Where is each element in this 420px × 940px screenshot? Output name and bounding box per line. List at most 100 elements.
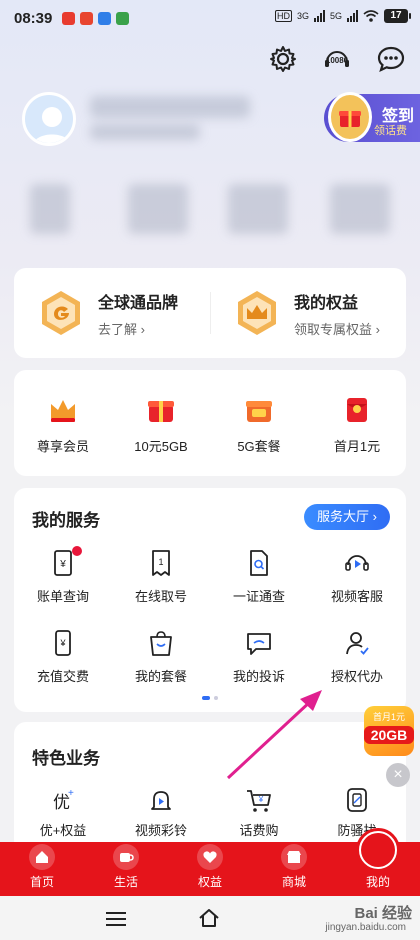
5g-gift-icon — [246, 401, 272, 422]
user-silhouette-icon — [33, 107, 71, 143]
feature-item-credit-shop[interactable]: ¥ 话费购 — [210, 786, 308, 839]
service-item-complaint[interactable]: 我的投诉 — [210, 628, 308, 692]
app-notification-icon — [80, 11, 94, 25]
service-label: 授权代办 — [330, 669, 383, 684]
service-item-video-support[interactable]: 视频客服 — [308, 548, 406, 612]
shield-phone-icon — [347, 788, 367, 812]
global-brand-icon — [42, 291, 80, 335]
service-label: 账单查询 — [36, 589, 89, 604]
rights-plus-icon: 优+ — [53, 788, 74, 812]
gift-icon — [328, 92, 372, 142]
hd-indicator: HD — [274, 10, 292, 22]
service-label: 我的套餐 — [134, 669, 187, 684]
avatar[interactable] — [22, 92, 76, 146]
crown-hex-icon — [238, 291, 276, 335]
sign-in-button[interactable]: 签到 领话费 — [324, 92, 420, 142]
close-icon[interactable]: × — [386, 763, 410, 787]
feature-item-video-ringtone[interactable]: 视频彩铃 — [112, 786, 210, 839]
network-3g-label: 3G — [296, 11, 309, 21]
sign-in-subtitle: 领话费 — [374, 125, 407, 137]
service-label: 充值交费 — [36, 669, 89, 684]
stat-blurred-1 — [30, 184, 70, 234]
wifi-icon — [363, 10, 379, 22]
floating-promo-title: 首月1元 — [372, 712, 405, 722]
account-info-blurred — [90, 124, 200, 140]
section-title: 我的服务 — [32, 511, 100, 530]
section-title: 特色业务 — [32, 749, 100, 768]
svg-text:+: + — [68, 788, 74, 799]
promo-item[interactable]: 10元5GB — [112, 370, 210, 476]
service-label: 我的投诉 — [232, 669, 285, 684]
bottom-tab-bar: 首页 生活 权益 商城 我的 — [0, 828, 420, 896]
global-brand-entry[interactable]: 全球通品牌 去了解 › — [36, 288, 178, 338]
tab-label: 生活 — [113, 875, 138, 889]
global-brand-link: 去了解 › — [98, 321, 145, 337]
home-nav-icon[interactable] — [198, 908, 220, 928]
feature-label: 视频彩铃 — [134, 823, 187, 838]
app-notification-icon — [116, 11, 130, 25]
menu-icon[interactable] — [106, 912, 126, 930]
notification-dot — [72, 546, 82, 556]
featured-services-card: 特色业务 优 + 优+权益 视频彩铃 ¥ 话费购 防骚扰 — [14, 722, 406, 852]
service-item-recharge[interactable]: ¥ 充值交费 — [14, 628, 112, 692]
service-item-queue[interactable]: 1 在线取号 — [112, 548, 210, 612]
featured-grid: 优 + 优+权益 视频彩铃 ¥ 话费购 防骚扰 — [14, 786, 406, 839]
promo-item[interactable]: 首月1元 — [308, 370, 406, 476]
hotline-button[interactable]: 10086 — [322, 44, 352, 74]
hotline-number: 10086 — [326, 56, 349, 65]
messages-button[interactable] — [376, 44, 406, 74]
service-label: 一证通查 — [232, 589, 285, 604]
tab-mine[interactable]: 我的 — [336, 828, 420, 896]
stat-blurred-3 — [228, 184, 288, 234]
signal-icon — [313, 10, 325, 22]
tab-rights[interactable]: 权益 — [168, 842, 252, 896]
phone-yuan-icon: ¥ — [55, 630, 71, 656]
brand-card: 全球通品牌 去了解 › 我的权益 领取专属权益 › — [14, 268, 406, 358]
svg-text:¥: ¥ — [258, 795, 264, 804]
promo-label: 5G套餐 — [237, 439, 281, 454]
promo-label: 尊享会员 — [36, 439, 89, 454]
service-grid: ¥ 账单查询 1 在线取号 一证通查 视频客服 ¥ 充值交费 我的套餐 我的投诉 — [14, 546, 406, 692]
my-rights-link: 领取专属权益 › — [294, 321, 380, 337]
profile-icon — [356, 828, 400, 872]
feature-item-rights-plus[interactable]: 优 + 优+权益 — [14, 786, 112, 839]
home-icon — [29, 844, 55, 870]
doc-search-icon — [250, 550, 268, 576]
my-rights-title: 我的权益 — [294, 294, 359, 312]
tab-label: 商城 — [281, 875, 306, 889]
tab-life[interactable]: 生活 — [84, 842, 168, 896]
service-label: 在线取号 — [134, 589, 187, 604]
svg-text:¥: ¥ — [59, 559, 66, 570]
settings-button[interactable] — [268, 44, 298, 74]
bag-icon — [150, 631, 172, 656]
promo-item[interactable]: 5G套餐 — [210, 370, 308, 476]
global-brand-title: 全球通品牌 — [98, 294, 179, 312]
promo-card: 尊享会员 10元5GB 5G套餐 首月1元 — [14, 370, 406, 476]
watermark-url: jingyan.baidu.com — [325, 922, 406, 933]
promo-item[interactable]: 尊享会员 — [14, 370, 112, 476]
cup-icon — [113, 844, 139, 870]
red-gift-icon — [148, 401, 174, 422]
cart-icon: ¥ — [247, 790, 271, 812]
account-name-blurred — [90, 96, 250, 118]
service-item-my-plan[interactable]: 我的套餐 — [112, 628, 210, 692]
divider — [210, 292, 211, 334]
my-rights-entry[interactable]: 我的权益 领取专属权益 › — [232, 288, 380, 338]
tab-mall[interactable]: 商城 — [252, 842, 336, 896]
service-item-authorize[interactable]: 授权代办 — [308, 628, 406, 692]
watermark-logo: Bai 经验 — [354, 905, 412, 922]
clock: 08:39 — [14, 9, 53, 27]
svg-text:1: 1 — [158, 557, 163, 567]
red-envelope-icon — [347, 398, 367, 422]
app-notification-icon — [62, 11, 76, 25]
service-item-id-check[interactable]: 一证通查 — [210, 548, 308, 612]
tab-home[interactable]: 首页 — [0, 842, 84, 896]
promo-label: 10元5GB — [134, 439, 188, 454]
page-indicator — [202, 696, 218, 700]
floating-promo[interactable]: 首月1元 20GB — [364, 706, 414, 756]
tab-label: 权益 — [197, 875, 222, 889]
service-hall-button[interactable]: 服务大厅 › — [304, 504, 390, 530]
service-item-bill[interactable]: ¥ 账单查询 — [14, 546, 112, 612]
shop-icon — [281, 844, 307, 870]
feature-item-anti-harass[interactable]: 防骚扰 — [308, 786, 406, 839]
